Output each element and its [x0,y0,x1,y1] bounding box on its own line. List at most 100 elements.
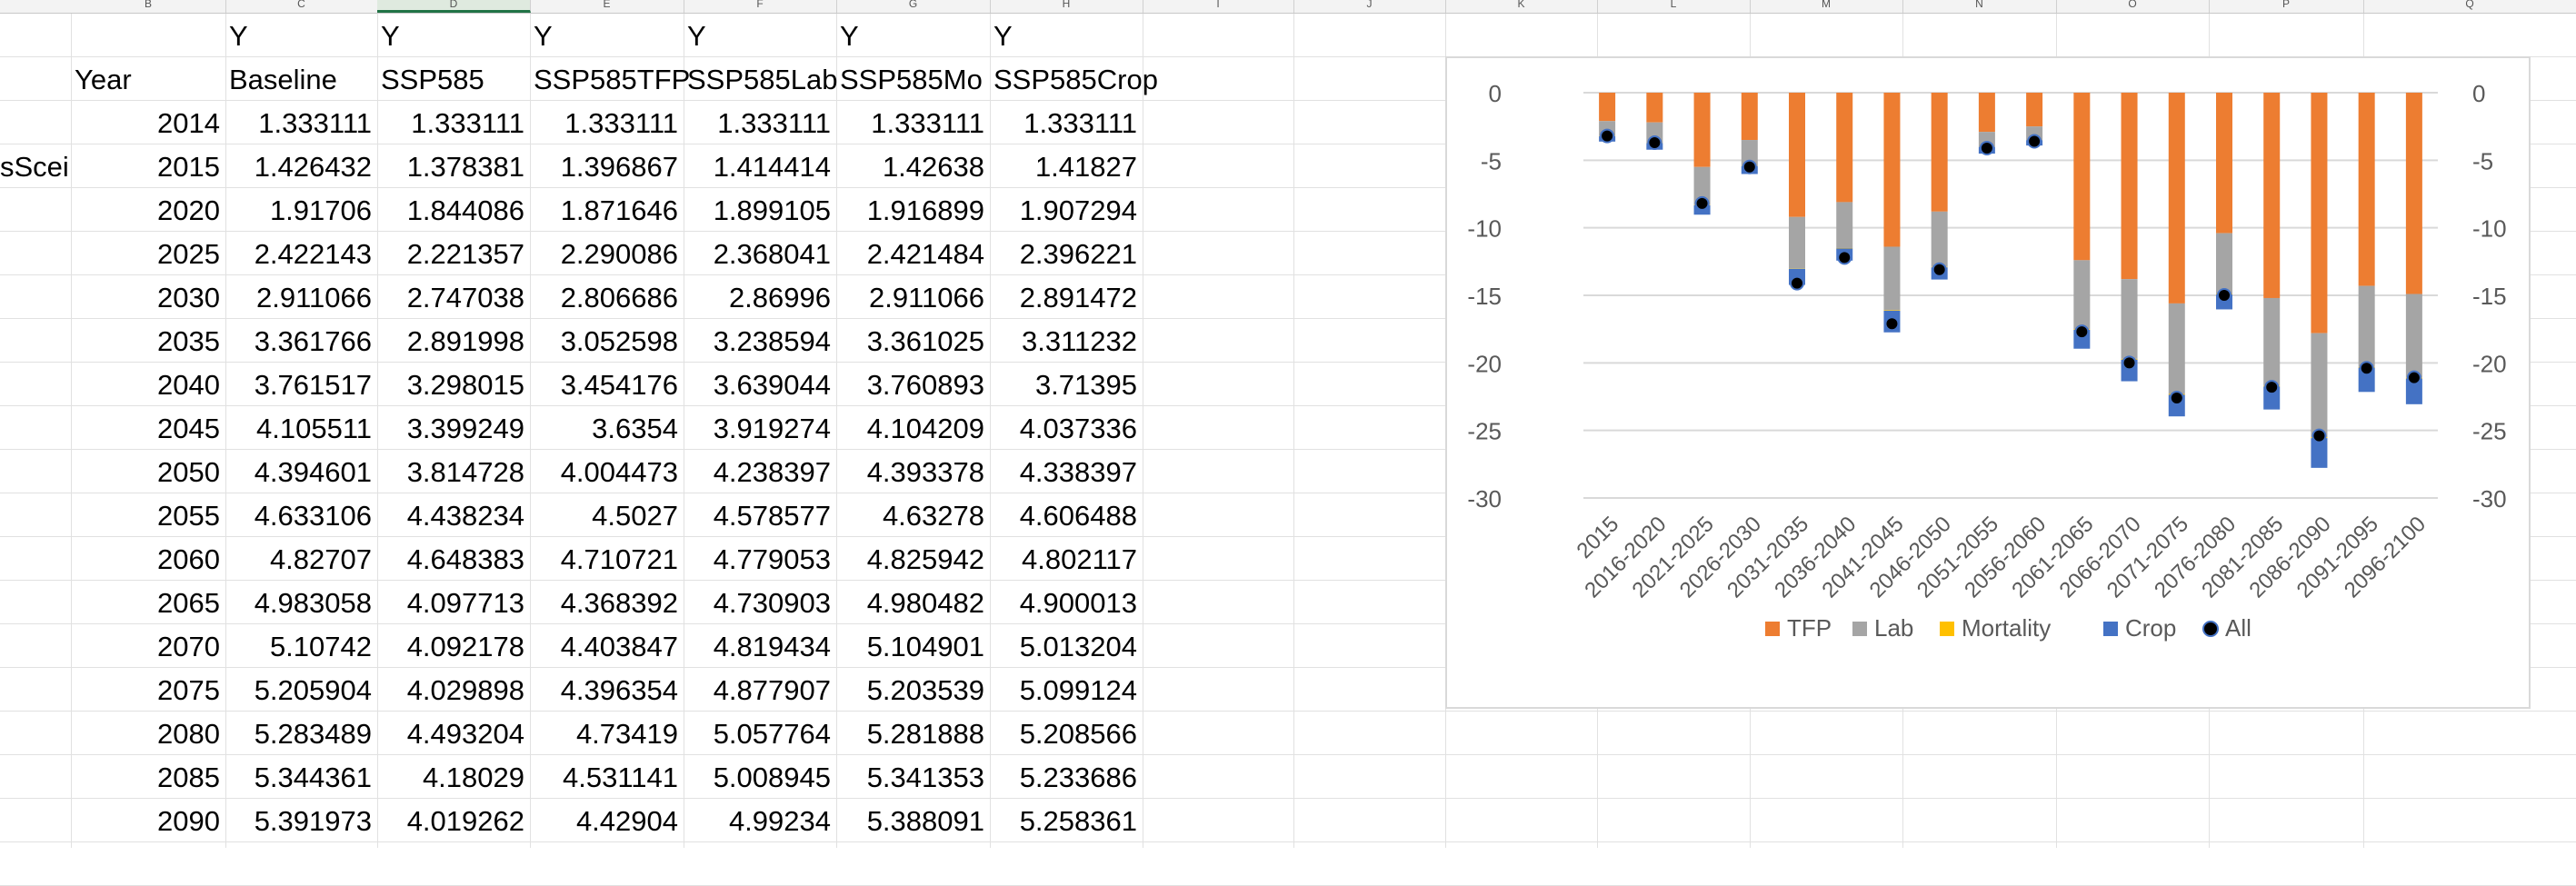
value-cell[interactable]: 4.105511 [225,407,377,451]
column-header-j[interactable]: J [1293,0,1446,13]
year-cell[interactable]: 2060 [71,538,225,582]
year-cell[interactable]: 2030 [71,276,225,320]
value-cell[interactable]: 5.057764 [684,712,836,756]
value-cell[interactable]: 5.013204 [990,625,1143,669]
table-header-cell[interactable]: SSP585Lab [684,58,836,102]
series-label-cell[interactable]: Y [990,15,1143,58]
value-cell[interactable]: 4.037336 [990,407,1143,451]
value-cell[interactable]: 3.238594 [684,320,836,363]
column-header-k[interactable]: K [1445,0,1598,13]
stacked-bar-chart[interactable]: 00-5-5-10-10-15-15-20-20-25-25-30-302015… [1445,56,2531,709]
value-cell[interactable]: 4.029898 [377,669,530,712]
value-cell[interactable]: 4.802117 [990,538,1143,582]
value-cell[interactable]: 4.403847 [530,625,684,669]
value-cell[interactable]: 4.019262 [377,800,530,843]
value-cell[interactable]: 3.052598 [530,320,684,363]
value-cell[interactable]: 4.99234 [684,800,836,843]
column-header-p[interactable]: P [2209,0,2364,13]
value-cell[interactable]: 5.104901 [836,625,990,669]
value-cell[interactable]: 4.42904 [530,800,684,843]
value-cell[interactable]: 4.73419 [530,712,684,756]
column-header-g[interactable]: G [836,0,991,13]
value-cell[interactable]: 2.911066 [836,276,990,320]
value-cell[interactable]: 5.283489 [225,712,377,756]
value-cell[interactable]: 2.891998 [377,320,530,363]
value-cell[interactable]: 4.606488 [990,494,1143,538]
value-cell[interactable]: 4.877907 [684,669,836,712]
value-cell[interactable]: 4.238397 [684,451,836,494]
table-header-cell[interactable]: Year [71,58,225,102]
column-header-o[interactable]: O [2056,0,2210,13]
year-cell[interactable]: 2014 [71,102,225,145]
value-cell[interactable]: 1.333111 [377,102,530,145]
value-cell[interactable]: 5.205904 [225,669,377,712]
column-header-n[interactable]: N [1902,0,2057,13]
value-cell[interactable]: 2.421484 [836,233,990,276]
table-header-cell[interactable]: SSP585Mo [836,58,990,102]
value-cell[interactable]: 4.368392 [530,582,684,625]
year-cell[interactable]: 2045 [71,407,225,451]
column-header-m[interactable]: M [1750,0,1903,13]
truncated-cell-text[interactable]: sScei [0,145,71,189]
value-cell[interactable]: 4.730903 [684,582,836,625]
value-cell[interactable]: 1.426432 [225,145,377,189]
value-cell[interactable]: 4.18029 [377,756,530,800]
year-cell[interactable]: 2015 [71,145,225,189]
value-cell[interactable]: 4.980482 [836,582,990,625]
column-header-d[interactable]: D [377,0,531,13]
value-cell[interactable]: 4.092178 [377,625,530,669]
year-cell[interactable]: 2035 [71,320,225,363]
value-cell[interactable]: 3.399249 [377,407,530,451]
year-cell[interactable]: 2020 [71,189,225,233]
value-cell[interactable]: 3.761517 [225,363,377,407]
value-cell[interactable]: 4.63278 [836,494,990,538]
value-cell[interactable]: 5.391973 [225,800,377,843]
value-cell[interactable]: 5.008945 [684,756,836,800]
value-cell[interactable]: 4.710721 [530,538,684,582]
value-cell[interactable]: 3.6354 [530,407,684,451]
value-cell[interactable]: 2.806686 [530,276,684,320]
value-cell[interactable]: 1.414414 [684,145,836,189]
value-cell[interactable]: 4.648383 [377,538,530,582]
column-header-f[interactable]: F [684,0,837,13]
value-cell[interactable]: 2.422143 [225,233,377,276]
value-cell[interactable]: 5.203539 [836,669,990,712]
column-header-q[interactable]: Q [2363,0,2576,13]
value-cell[interactable]: 3.361025 [836,320,990,363]
value-cell[interactable]: 3.311232 [990,320,1143,363]
year-cell[interactable]: 2080 [71,712,225,756]
table-header-cell[interactable]: SSP585 [377,58,530,102]
value-cell[interactable]: 1.899105 [684,189,836,233]
value-cell[interactable]: 5.233686 [990,756,1143,800]
year-cell[interactable]: 2070 [71,625,225,669]
value-cell[interactable]: 1.396867 [530,145,684,189]
value-cell[interactable]: 4.338397 [990,451,1143,494]
value-cell[interactable]: 2.891472 [990,276,1143,320]
value-cell[interactable]: 3.814728 [377,451,530,494]
value-cell[interactable]: 5.281888 [836,712,990,756]
value-cell[interactable]: 1.871646 [530,189,684,233]
value-cell[interactable]: 4.531141 [530,756,684,800]
value-cell[interactable]: 4.82707 [225,538,377,582]
series-label-cell[interactable]: Y [530,15,684,58]
year-cell[interactable]: 2040 [71,363,225,407]
value-cell[interactable]: 5.344361 [225,756,377,800]
value-cell[interactable]: 3.760893 [836,363,990,407]
value-cell[interactable]: 5.099124 [990,669,1143,712]
column-header-e[interactable]: E [530,0,684,13]
value-cell[interactable]: 4.393378 [836,451,990,494]
value-cell[interactable]: 5.208566 [990,712,1143,756]
value-cell[interactable]: 2.368041 [684,233,836,276]
value-cell[interactable]: 2.86996 [684,276,836,320]
value-cell[interactable]: 5.341353 [836,756,990,800]
value-cell[interactable]: 4.900013 [990,582,1143,625]
value-cell[interactable]: 4.394601 [225,451,377,494]
year-cell[interactable]: 2065 [71,582,225,625]
column-header-h[interactable]: H [990,0,1143,13]
value-cell[interactable]: 4.004473 [530,451,684,494]
value-cell[interactable]: 4.633106 [225,494,377,538]
column-header-i[interactable]: I [1143,0,1294,13]
value-cell[interactable]: 4.779053 [684,538,836,582]
value-cell[interactable]: 5.388091 [836,800,990,843]
value-cell[interactable]: 1.916899 [836,189,990,233]
